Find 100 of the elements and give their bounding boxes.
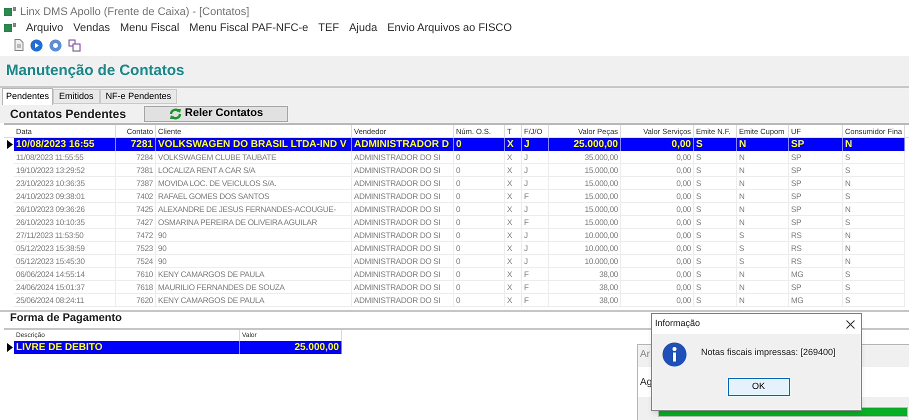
table-cell: N bbox=[737, 294, 789, 306]
info-icon bbox=[662, 342, 687, 367]
dialog-message: Notas fiscais impressas: [269400] bbox=[701, 346, 836, 359]
payment-row[interactable]: LIVRE DE DEBITO 25.000,00 bbox=[4, 341, 342, 354]
table-cell: N bbox=[843, 255, 905, 267]
table-cell: 0,00 bbox=[621, 294, 694, 306]
tab[interactable]: Emitidos bbox=[53, 89, 100, 104]
table-cell: S bbox=[694, 281, 737, 293]
table-cell: N bbox=[737, 164, 789, 176]
table-row[interactable]: 19/10/2023 13:29:52 7381 LOCALIZA RENT A CAR S/A ADMINISTRADOR DO SI 0 X J 15.000,00 0,00 S N SP S bbox=[4, 164, 905, 177]
table-cell: 0 bbox=[454, 216, 505, 228]
table-cell: 05/12/2023 15:38:59 bbox=[14, 242, 116, 254]
close-icon[interactable] bbox=[846, 320, 855, 328]
menu-item[interactable]: Vendas bbox=[73, 20, 110, 36]
table-cell: 35.000,00 bbox=[549, 151, 621, 163]
table-cell: 7427 bbox=[116, 216, 156, 228]
table-cell: X bbox=[505, 216, 522, 228]
table-cell: S bbox=[843, 268, 905, 280]
table-cell: S bbox=[737, 255, 789, 267]
table-cell: SP bbox=[789, 151, 843, 163]
table-row[interactable]: 26/10/2023 09:36:26 7425 ALEXANDRE DE JESUS FERNANDES-ACOUGUE- ADMINISTRADOR DO SI 0 X J 15.000,00 0,00 S N SP N bbox=[4, 203, 905, 216]
table-cell: 0,00 bbox=[621, 177, 694, 189]
table-cell: 15.000,00 bbox=[549, 203, 621, 215]
row-pointer-icon bbox=[7, 140, 13, 149]
table-cell: 0,00 bbox=[621, 242, 694, 254]
table-cell: ALEXANDRE DE JESUS FERNANDES-ACOUGUE- bbox=[156, 203, 352, 215]
table-cell: 27/11/2023 11:53:50 bbox=[14, 229, 116, 241]
table-cell: OSMARINA PEREIRA DE OLIVEIRA AGUILAR bbox=[156, 216, 352, 228]
table-row[interactable]: 06/06/2024 14:55:14 7610 KENY CAMARGOS DE PAULA ADMINISTRADOR DO SI 0 X F 38,00 0,00 S N MG S bbox=[4, 268, 905, 281]
reload-button[interactable]: Reler Contatos bbox=[144, 106, 288, 122]
table-cell: 90 bbox=[156, 255, 352, 267]
table-cell: 0 bbox=[454, 229, 505, 241]
table-cell: N bbox=[737, 268, 789, 280]
table-cell: S bbox=[843, 151, 905, 163]
table-cell: 23/10/2023 10:36:35 bbox=[14, 177, 116, 189]
table-cell: S bbox=[694, 190, 737, 202]
page-heading: Manutenção de Contatos bbox=[6, 60, 184, 81]
table-cell: N bbox=[737, 190, 789, 202]
play-icon[interactable] bbox=[30, 38, 43, 52]
menu-item[interactable]: Arquivo bbox=[26, 20, 64, 36]
table-cell: 0 bbox=[454, 268, 505, 280]
table-cell: ADMINISTRADOR DO SI bbox=[352, 151, 454, 163]
table-cell: 0 bbox=[454, 190, 505, 202]
menu-item[interactable]: Menu Fiscal bbox=[120, 20, 180, 36]
table-cell: KENY CAMARGOS DE PAULA bbox=[156, 294, 352, 306]
table-cell: 0,00 bbox=[621, 268, 694, 280]
menu-item[interactable]: TEF bbox=[318, 20, 340, 36]
table-cell: S bbox=[694, 268, 737, 280]
table-cell: RS bbox=[789, 242, 843, 254]
menu-item[interactable]: Menu Fiscal PAF-NFC-e bbox=[189, 20, 308, 36]
table-cell: 7472 bbox=[116, 229, 156, 241]
table-cell: 7387 bbox=[116, 177, 156, 189]
table-cell: X bbox=[505, 203, 522, 215]
table-cell: ADMINISTRADOR DO SI bbox=[352, 294, 454, 306]
table-row[interactable]: 11/08/2023 11:55:55 7284 VOLKSWAGEM CLUBE TAUBATE ADMINISTRADOR DO SI 0 X J 35.000,00 0,00 S N SP S bbox=[4, 151, 905, 164]
table-cell: J bbox=[522, 255, 549, 267]
table-cell: MOVIDA LOC. DE VEICULOS S/A. bbox=[156, 177, 352, 189]
section-title: Contatos Pendentes bbox=[10, 106, 126, 122]
table-row[interactable]: 26/10/2023 10:10:35 7427 OSMARINA PEREIRA DE OLIVEIRA AGUILAR ADMINISTRADOR DO SI 0 X F 15.000,00 0,00 S N SP S bbox=[4, 216, 905, 229]
table-cell: 7381 bbox=[116, 164, 156, 176]
table-cell: 0 bbox=[454, 281, 505, 293]
table-row[interactable]: 24/10/2023 09:38:01 7402 RAFAEL GOMES DOS SANTOS ADMINISTRADOR DO SI 0 X F 15.000,00 0,00 S N SP S bbox=[4, 190, 905, 203]
table-row[interactable]: 23/10/2023 10:36:35 7387 MOVIDA LOC. DE VEICULOS S/A. ADMINISTRADOR DO SI 0 X J 15.000,00 0,00 S N SP N bbox=[4, 177, 905, 190]
table-cell: S bbox=[843, 281, 905, 293]
table-cell: X bbox=[505, 151, 522, 163]
table-cell: 25/06/2024 08:24:11 bbox=[14, 294, 116, 306]
table-cell: S bbox=[694, 164, 737, 176]
table-row[interactable]: 27/11/2023 11:53:50 7472 90 ADMINISTRADOR DO SI 0 X J 10.000,00 0,00 S S RS N bbox=[4, 229, 905, 242]
table-row[interactable]: 10/08/2023 16:55 7281 VOLKSWAGEN DO BRASIL LTDA-IND V ADMINISTRADOR D 0 X J 25.000,00 0,00 S N SP N bbox=[4, 138, 905, 151]
document-icon[interactable] bbox=[14, 39, 24, 51]
menu-item[interactable]: Envio Arquivos ao FISCO bbox=[387, 20, 512, 36]
tab[interactable]: Pendentes bbox=[2, 88, 54, 105]
table-cell: 0 bbox=[454, 164, 505, 176]
ok-button[interactable]: OK bbox=[728, 378, 790, 396]
app-icon bbox=[4, 23, 16, 33]
table-cell: 7523 bbox=[116, 242, 156, 254]
menu-item[interactable]: Ajuda bbox=[349, 20, 378, 36]
table-cell: RS bbox=[789, 229, 843, 241]
table-cell: S bbox=[694, 151, 737, 163]
table-row[interactable]: 05/12/2023 15:45:30 7524 90 ADMINISTRADOR DO SI 0 X J 10.000,00 0,00 S S RS N bbox=[4, 255, 905, 268]
table-cell: X bbox=[505, 255, 522, 267]
table-row[interactable]: 24/06/2024 15:01:37 7618 MAURILIO FERNANDES DE SOUZA ADMINISTRADOR DO SI 0 X F 38,00 0,00 S N SP S bbox=[4, 281, 905, 294]
table-cell: 24/06/2024 15:01:37 bbox=[14, 281, 116, 293]
table-cell: X bbox=[505, 229, 522, 241]
table-row[interactable]: 25/06/2024 08:24:11 7620 KENY CAMARGOS DE PAULA ADMINISTRADOR DO SI 0 X F 38,00 0,00 S N MG S bbox=[4, 294, 905, 307]
table-cell: 26/10/2023 10:10:35 bbox=[14, 216, 116, 228]
table-cell: S bbox=[737, 229, 789, 241]
table-cell: 0,00 bbox=[621, 255, 694, 267]
tab[interactable]: NF-e Pendentes bbox=[100, 89, 178, 104]
table-cell: ADMINISTRADOR DO SI bbox=[352, 242, 454, 254]
section-title: Forma de Pagamento bbox=[10, 310, 122, 326]
table-cell: ADMINISTRADOR DO SI bbox=[352, 203, 454, 215]
table-cell: N bbox=[843, 229, 905, 241]
table-cell: 10.000,00 bbox=[549, 229, 621, 241]
table-row[interactable]: 05/12/2023 15:38:59 7523 90 ADMINISTRADOR DO SI 0 X J 10.000,00 0,00 S S RS N bbox=[4, 242, 905, 255]
table-cell: 0,00 bbox=[621, 216, 694, 228]
table-cell: S bbox=[694, 242, 737, 254]
table-cell: F bbox=[522, 216, 549, 228]
table-cell: ADMINISTRADOR DO SI bbox=[352, 216, 454, 228]
windows-icon[interactable] bbox=[68, 38, 81, 52]
